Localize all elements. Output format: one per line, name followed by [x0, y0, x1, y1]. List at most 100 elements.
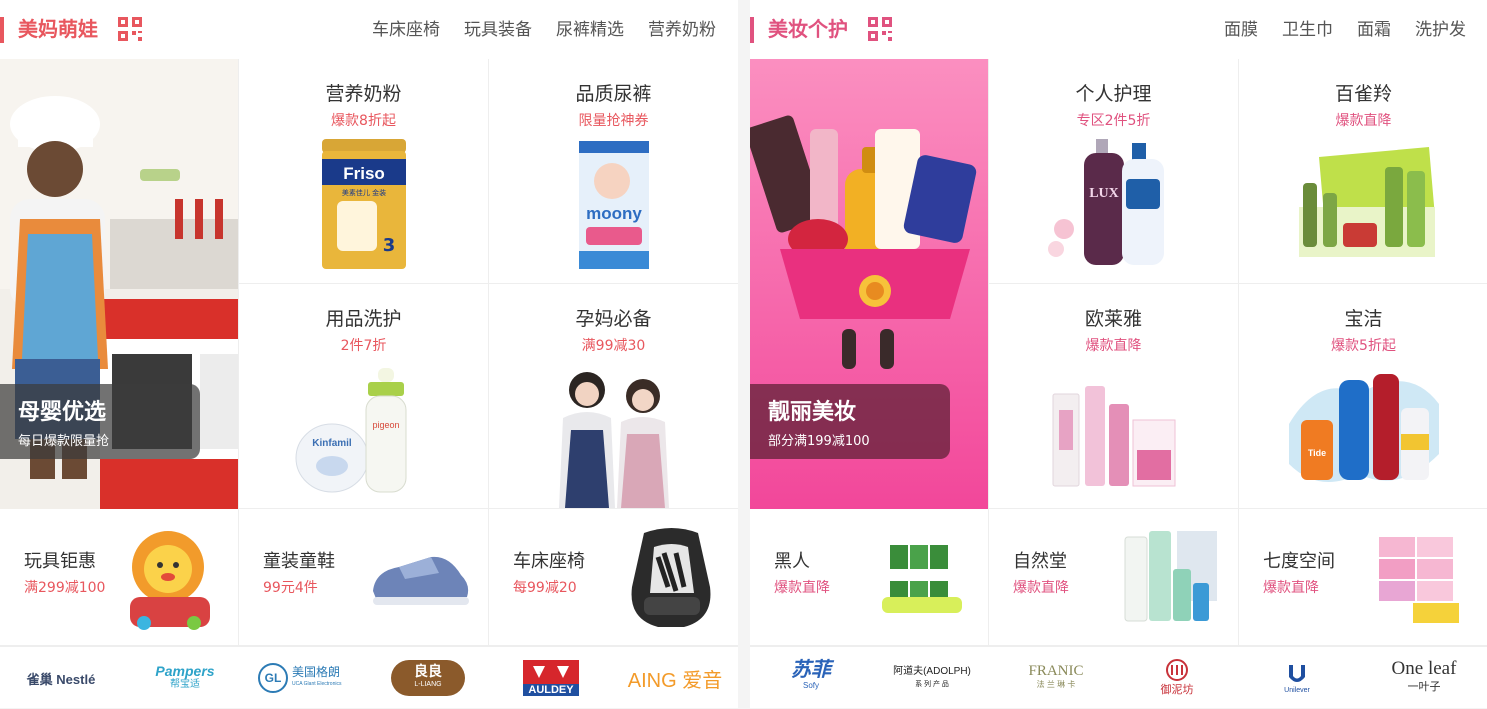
small-tile-title: 车床座椅: [513, 551, 585, 572]
baby-brand-strip: 雀巢 Nestlé Pampers 帮宝适 GL 美国格朗 UCA Glant …: [0, 646, 738, 708]
beauty-brand-strip: 苏菲 Sofy 阿道夫(ADOLPH) 系 列 产 品 FRANIC 法 兰 琳…: [750, 646, 1487, 708]
tile-maternity[interactable]: 孕妈必备 满99减30: [488, 284, 738, 509]
brand-logo-aing[interactable]: AING 爱音: [622, 647, 728, 709]
nav-link-diapers[interactable]: 尿裤精选: [556, 16, 624, 44]
tile-pechoin[interactable]: 百雀羚 爆款直降: [1238, 59, 1487, 284]
title-accent-bar: [0, 17, 4, 43]
title-accent-bar: [750, 17, 754, 43]
brand-logo-liangliang[interactable]: 良良 L-LIANG: [388, 647, 468, 709]
tile-diapers[interactable]: 品质尿裤 限量抢神券 moony: [488, 59, 738, 284]
beauty-panel: 美妆个护 面膜 卫生巾 面霜 洗护发 靓丽美妆 部分满199减100 个人护理 …: [750, 0, 1487, 708]
tile-subtitle: 满99减30: [581, 338, 646, 354]
small-tile-subtitle: 每99减20: [513, 580, 577, 596]
qr-code-icon[interactable]: [868, 17, 892, 41]
hero-subtitle: 每日爆款限量抢: [18, 434, 110, 449]
sanitary-pads-image: [1379, 537, 1459, 623]
diaper-pack-image: moony: [578, 141, 649, 269]
brand-logo-gl[interactable]: GL 美国格朗 UCA Glant Electronics: [258, 647, 358, 709]
tile-subtitle: 爆款直降: [1335, 113, 1392, 129]
tile-title: 品质尿裤: [575, 83, 652, 105]
brand-logo-oneleaf[interactable]: One leaf 一叶子: [1372, 647, 1476, 709]
tile-pg[interactable]: 宝洁 爆款5折起 Tide: [1238, 284, 1487, 509]
hero-title: 靓丽美妆: [768, 400, 857, 425]
yunifang-seal-icon: [1166, 659, 1188, 681]
svg-text:LUX: LUX: [1089, 186, 1119, 201]
nav-link-hair-care[interactable]: 洗护发: [1415, 16, 1466, 44]
small-tile-title: 玩具钜惠: [24, 551, 96, 572]
nav-link-milk-powder[interactable]: 营养奶粉: [648, 16, 716, 44]
tile-subtitle: 2件7折: [340, 338, 387, 354]
small-tile-kids-clothes[interactable]: 童装童鞋 99元4件: [238, 509, 488, 646]
hero-title: 母婴优选: [18, 400, 107, 425]
unilever-u-icon: [1289, 664, 1305, 682]
tile-title: 欧莱雅: [1084, 308, 1142, 330]
formula-can-image: Friso 美素佳儿 金装 3: [321, 139, 406, 269]
maternity-models-image: [558, 372, 669, 508]
panel-title[interactable]: 美妆个护: [768, 14, 848, 44]
svg-text:美素佳儿 金装: 美素佳儿 金装: [341, 188, 385, 197]
pg-products-image: Tide: [1288, 374, 1439, 482]
small-tile-chando[interactable]: 自然堂 爆款直降: [988, 509, 1238, 646]
svg-text:moony: moony: [586, 204, 642, 223]
baby-header: 美妈萌娃 车床座椅 玩具装备 尿裤精选 营养奶粉: [0, 0, 738, 59]
qr-code-icon[interactable]: [118, 17, 142, 41]
brand-logo-franic[interactable]: FRANIC 法 兰 琳 卡: [1008, 647, 1104, 709]
tile-title: 用品洗护: [325, 308, 402, 330]
beauty-hero-banner[interactable]: 靓丽美妆 部分满199减100: [750, 59, 988, 509]
tile-subtitle: 爆款8折起: [331, 113, 396, 129]
small-tile-subtitle: 爆款直降: [1263, 580, 1319, 596]
tile-subtitle: 专区2件5折: [1076, 113, 1151, 129]
small-tile-title: 七度空间: [1263, 551, 1335, 572]
pechoin-gift-set-image: [1298, 147, 1435, 257]
hero-caption: 母婴优选 每日爆款限量抢: [0, 384, 200, 459]
panel-title[interactable]: 美妈萌娃: [18, 14, 98, 44]
tile-personal-care[interactable]: 个人护理 专区2件5折 LUX: [988, 59, 1238, 284]
hero-caption: 靓丽美妆 部分满199减100: [750, 384, 950, 459]
brand-logo-yunifang[interactable]: 御泥坊: [1142, 647, 1212, 709]
small-tile-subtitle: 99元4件: [263, 580, 318, 596]
toothpaste-box-image: [882, 545, 962, 613]
small-tile-title: 童装童鞋: [263, 551, 335, 572]
nav-link-toys[interactable]: 玩具装备: [464, 16, 532, 44]
tile-subtitle: 限量抢神券: [578, 113, 649, 129]
chando-products-image: [1124, 531, 1217, 622]
auldey-diamond-icon: [523, 660, 579, 684]
hero-subtitle: 部分满199减100: [768, 434, 870, 449]
tile-baby-care[interactable]: 用品洗护 2件7折 Kinfamil pigeon: [238, 284, 488, 509]
shampoo-bottles-image: LUX: [1047, 139, 1164, 265]
brand-logo-auldey[interactable]: AULDEY: [518, 647, 584, 709]
lion-toy-image: [130, 531, 210, 630]
svg-text:Friso: Friso: [343, 164, 385, 183]
baby-hero-banner[interactable]: 母婴优选 每日爆款限量抢: [0, 59, 238, 509]
kids-shoe-image: [373, 556, 469, 605]
brand-logo-nestle[interactable]: 雀巢 Nestlé: [16, 647, 106, 709]
beauty-header: 美妆个护 面膜 卫生巾 面霜 洗护发: [750, 0, 1487, 59]
small-tile-toys[interactable]: 玩具钜惠 满299减100: [0, 509, 250, 646]
svg-text:Tide: Tide: [1307, 448, 1325, 458]
nav-link-sanitary-pads[interactable]: 卫生巾: [1282, 16, 1333, 44]
baby-panel: 美妈萌娃 车床座椅 玩具装备 尿裤精选 营养奶粉 母婴优选 每日爆款限量抢 营养…: [0, 0, 738, 708]
small-tile-darlie[interactable]: 黑人 爆款直降: [750, 509, 1000, 646]
tile-loreal[interactable]: 欧莱雅 爆款直降: [988, 284, 1238, 509]
brand-logo-adolph[interactable]: 阿道夫(ADOLPH) 系 列 产 品: [880, 647, 984, 709]
tile-title: 孕妈必备: [575, 308, 652, 330]
bottle-and-cream-image: Kinfamil pigeon: [295, 368, 406, 493]
svg-text:pigeon: pigeon: [372, 420, 399, 430]
brand-logo-unilever[interactable]: Unilever: [1262, 647, 1332, 709]
small-tile-car-seat[interactable]: 车床座椅 每99减20: [488, 509, 738, 646]
tile-title: 个人护理: [1075, 83, 1152, 105]
tile-subtitle: 爆款直降: [1085, 338, 1142, 354]
brand-logo-sofy[interactable]: 苏菲 Sofy: [776, 647, 846, 709]
nav-link-face-cream[interactable]: 面霜: [1357, 16, 1391, 44]
small-tile-subtitle: 爆款直降: [1013, 580, 1069, 596]
tile-milk-powder[interactable]: 营养奶粉 爆款8折起 Friso 美素佳儿 金装 3: [238, 59, 488, 284]
beauty-nav: 面膜 卫生巾 面霜 洗护发: [1224, 16, 1466, 44]
tile-title: 营养奶粉: [325, 83, 402, 105]
loreal-set-image: [1052, 386, 1175, 487]
tile-title: 宝洁: [1344, 308, 1383, 330]
nav-link-face-mask[interactable]: 面膜: [1224, 16, 1258, 44]
nav-link-car-seat[interactable]: 车床座椅: [372, 16, 440, 44]
baby-nav: 车床座椅 玩具装备 尿裤精选 营养奶粉: [372, 16, 716, 44]
brand-logo-pampers[interactable]: Pampers 帮宝适: [140, 647, 230, 709]
small-tile-space7[interactable]: 七度空间 爆款直降: [1238, 509, 1487, 646]
